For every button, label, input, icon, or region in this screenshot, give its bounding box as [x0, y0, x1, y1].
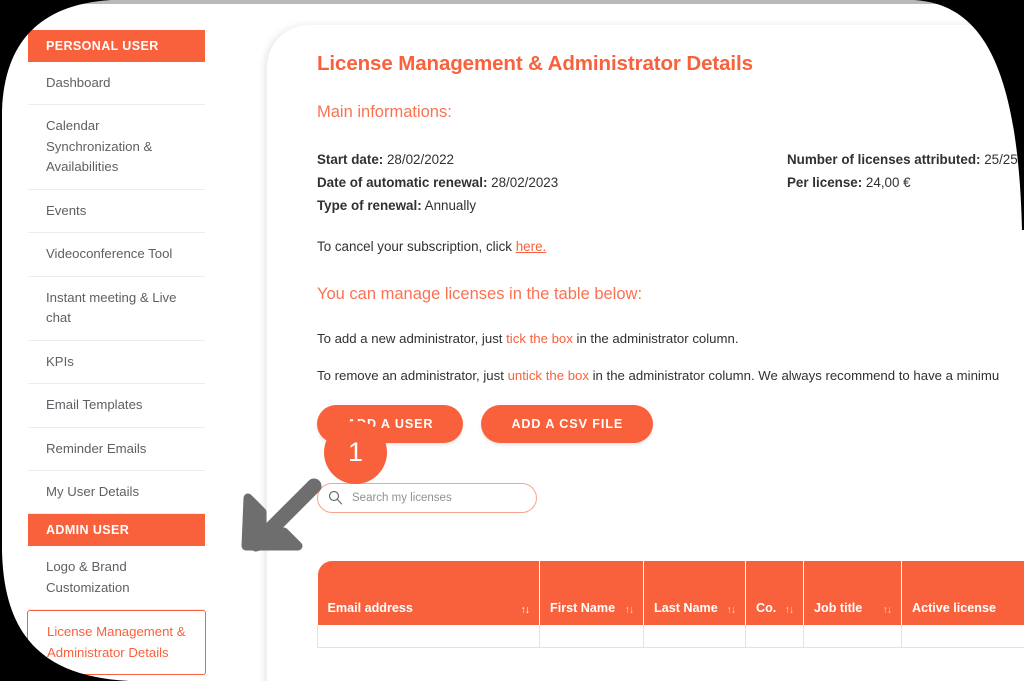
column-header-job-title[interactable]: Job title ↑↓: [803, 561, 902, 626]
remove-admin-text-after: in the administrator column. We always r…: [588, 368, 1000, 384]
column-label-first-name: First Name: [550, 600, 616, 615]
remove-admin-highlight: untick the box: [507, 368, 589, 384]
cancel-subscription-text: To cancel your subscription, click: [317, 239, 516, 255]
manage-licenses-heading: You can manage licenses in the table bel…: [317, 285, 643, 304]
app-surface: License Management & Administrator Detai…: [2, 4, 1024, 681]
remove-administrator-instruction: To remove an administrator, just untick …: [317, 368, 1024, 383]
column-label-last-name: Last Name: [654, 600, 718, 615]
column-header-last-name[interactable]: Last Name ↑↓: [643, 561, 746, 626]
info-renewal-type-label: Type of renewal:: [317, 198, 422, 214]
info-start-date-label: Start date:: [317, 152, 384, 167]
info-renewal-date: Date of automatic renewal: 28/02/2023: [317, 171, 737, 194]
add-admin-highlight: tick the box: [506, 331, 573, 347]
sidebar-item-email-templates[interactable]: Email Templates: [28, 384, 205, 428]
cell-company: [745, 625, 804, 648]
cell-job-title: [803, 625, 902, 648]
licenses-table: Email address ↑↓ First Name ↑↓ Last Name…: [317, 561, 1024, 648]
column-label-email-address: Email address: [327, 600, 413, 615]
sort-icon-company[interactable]: ↑↓: [785, 604, 794, 617]
sidebar-item-instant-meeting-live-chat[interactable]: Instant meeting & Live chat: [28, 276, 205, 341]
sort-icon-first-name[interactable]: ↑↓: [625, 604, 634, 617]
cell-first-name: [539, 625, 644, 648]
screenshot-root: License Management & Administrator Detai…: [0, 0, 1024, 681]
licenses-table-wrapper: Email address ↑↓ First Name ↑↓ Last Name…: [317, 561, 1024, 648]
cancel-subscription-link[interactable]: here.: [516, 239, 547, 254]
info-renewal-date-label: Date of automatic renewal:: [317, 175, 488, 191]
sort-icon-last-name[interactable]: ↑↓: [727, 604, 736, 617]
column-header-company[interactable]: Co. ↑↓: [745, 561, 804, 626]
frame-corner-top-right: [914, 0, 1024, 230]
info-start-date: Start date: 28/02/2022: [317, 148, 737, 171]
frame-corner-bottom-left: [0, 551, 130, 681]
action-button-row: ADD A USER ADD A CSV FILE: [317, 405, 1024, 444]
cancel-subscription-line: To cancel your subscription, click here.: [317, 239, 1024, 254]
info-renewal-date-value: 28/02/2023: [491, 175, 559, 191]
licenses-table-head: Email address ↑↓ First Name ↑↓ Last Name…: [317, 561, 1024, 626]
search-area: 1: [317, 421, 537, 514]
info-renewal-type-value: Annually: [424, 198, 477, 214]
search-input[interactable]: [317, 483, 537, 514]
licenses-table-body: [317, 625, 1024, 648]
table-header-row: Email address ↑↓ First Name ↑↓ Last Name…: [317, 561, 1024, 626]
column-header-first-name[interactable]: First Name ↑↓: [539, 561, 644, 626]
add-administrator-instruction: To add a new administrator, just tick th…: [317, 331, 1024, 346]
info-renewal-type: Type of renewal: Annually: [317, 194, 737, 217]
info-column-left: Start date: 28/02/2022 Date of automatic…: [317, 148, 737, 217]
step-badge-1: 1: [324, 421, 387, 485]
sidebar-item-events[interactable]: Events: [28, 189, 205, 234]
cell-active-license: [901, 625, 1024, 648]
table-row[interactable]: [317, 625, 1024, 648]
sidebar-item-reminder-emails[interactable]: Reminder Emails: [28, 427, 205, 471]
sidebar-item-calendar-synchronization[interactable]: Calendar Synchronization & Availabilitie…: [28, 105, 205, 190]
sort-icon-email-address[interactable]: ↑↓: [521, 604, 530, 617]
info-per-license-label: Per license:: [787, 175, 863, 191]
sidebar-item-kpis[interactable]: KPIs: [28, 340, 205, 385]
sort-icon-job-title[interactable]: ↑↓: [883, 604, 892, 617]
sidebar-section-admin-user: ADMIN USER: [28, 514, 205, 547]
frame-corner-top-left: [0, 0, 110, 110]
cell-last-name: [643, 625, 746, 648]
add-admin-text-after: in the administrator column.: [572, 331, 739, 347]
column-label-job-title: Job title: [814, 600, 863, 615]
add-a-csv-file-button[interactable]: ADD A CSV FILE: [481, 405, 654, 444]
column-header-email-address[interactable]: Email address ↑↓: [317, 561, 540, 626]
column-label-company: Co.: [756, 600, 777, 615]
sidebar-item-videoconference-tool[interactable]: Videoconference Tool: [28, 233, 205, 277]
info-start-date-value: 28/02/2022: [386, 152, 454, 167]
sidebar-item-my-user-details[interactable]: My User Details: [28, 470, 205, 515]
info-per-license-value: 24,00 €: [865, 175, 911, 191]
add-admin-text-before: To add a new administrator, just: [317, 331, 507, 347]
remove-admin-text-before: To remove an administrator, just: [317, 368, 508, 384]
column-header-active-license[interactable]: Active license: [901, 561, 1024, 626]
cell-email-address: [317, 625, 540, 648]
column-label-active-license: Active license: [912, 600, 997, 615]
